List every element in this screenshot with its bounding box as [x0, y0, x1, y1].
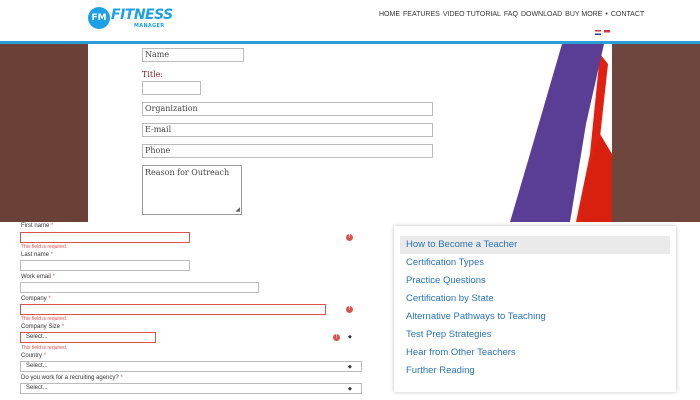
link-test-prep-strategies[interactable]: Test Prep Strategies — [400, 326, 670, 344]
alternate-language-flag-icon[interactable] — [604, 30, 610, 35]
phone-field[interactable]: Phone — [142, 144, 433, 158]
lead-form: First name * ! This field is required. L… — [0, 222, 390, 400]
teacher-resources-menu: How to Become a Teacher Certification Ty… — [394, 226, 676, 392]
language-flags — [595, 30, 610, 35]
country-select[interactable]: Select... — [20, 361, 362, 372]
nav-features[interactable]: FEATURES — [403, 11, 440, 18]
company-error: This field is required. — [21, 316, 68, 322]
nav-contact[interactable]: CONTACT — [611, 11, 644, 18]
country-label: Country * — [21, 353, 47, 359]
nav-download[interactable]: DOWNLOAD — [521, 11, 562, 18]
reason-for-outreach-textarea[interactable]: Reason for Outreach ◢ — [142, 165, 242, 215]
main-nav: HOME FEATURES VIDEO TUTORIAL FAQ DOWNLOA… — [379, 11, 644, 18]
first-name-error: This field is required. — [21, 244, 68, 250]
fitness-manager-logo[interactable]: FM FITNESS MANAGER — [88, 6, 173, 34]
logo-wordmark: FITNESS — [111, 7, 173, 23]
work-email-label: Work email * — [21, 274, 55, 280]
country-chevron-icon: ◆ — [348, 364, 352, 370]
link-practice-questions[interactable]: Practice Questions — [400, 272, 670, 290]
background-panel-left — [0, 44, 88, 222]
reason-placeholder: Reason for Outreach — [145, 168, 230, 177]
link-alternative-pathways[interactable]: Alternative Pathways to Teaching — [400, 308, 670, 326]
company-size-error: This field is required. — [21, 345, 68, 351]
nav-buy-more[interactable]: BUY MORE — [565, 11, 602, 18]
recruiting-agency-label: Do you work for a recruiting agency? * — [21, 375, 123, 381]
resize-grip-icon[interactable]: ◢ — [235, 207, 240, 213]
logo-badge: FM — [88, 7, 110, 29]
recruiting-agency-chevron-icon: ◆ — [348, 386, 352, 392]
last-name-input[interactable] — [20, 260, 190, 271]
company-input[interactable] — [20, 304, 326, 315]
title-label: Title: — [142, 70, 164, 79]
link-further-reading[interactable]: Further Reading — [400, 362, 670, 380]
link-certification-types[interactable]: Certification Types — [400, 254, 670, 272]
link-how-to-become-a-teacher[interactable]: How to Become a Teacher — [400, 236, 670, 254]
company-label: Company * — [21, 296, 51, 302]
email-field[interactable]: E-mail — [142, 123, 433, 137]
title-field[interactable] — [142, 81, 201, 95]
link-certification-by-state[interactable]: Certification by State — [400, 290, 670, 308]
background-panel-right — [612, 44, 700, 222]
nav-separator: • — [605, 11, 608, 18]
first-name-label: First name * — [21, 223, 54, 229]
company-size-select[interactable]: Select... — [20, 332, 156, 343]
nav-faq[interactable]: FAQ — [504, 11, 518, 18]
company-size-label: Company Size * — [21, 324, 65, 330]
company-size-error-icon: ! — [333, 334, 340, 341]
english-flag-icon[interactable] — [595, 30, 601, 35]
first-name-error-icon: ! — [346, 234, 353, 241]
site-header: FM FITNESS MANAGER HOME FEATURES VIDEO T… — [0, 0, 700, 44]
company-error-icon: ! — [346, 306, 353, 313]
contact-form-section: Name Title: Organization E-mail Phone Re… — [0, 44, 700, 222]
recruiting-agency-select[interactable]: Select... — [20, 383, 362, 394]
nav-video-tutorial[interactable]: VIDEO TUTORIAL — [443, 11, 501, 18]
company-size-chevron-icon: ◆ — [348, 334, 352, 340]
nav-home[interactable]: HOME — [379, 11, 400, 18]
logo-subtitle: MANAGER — [134, 23, 165, 29]
last-name-label: Last name * — [21, 252, 54, 258]
first-name-input[interactable] — [20, 232, 190, 243]
link-hear-from-other-teachers[interactable]: Hear from Other Teachers — [400, 344, 670, 362]
name-field[interactable]: Name — [142, 48, 244, 62]
work-email-input[interactable] — [20, 282, 259, 293]
organization-field[interactable]: Organization — [142, 102, 433, 116]
